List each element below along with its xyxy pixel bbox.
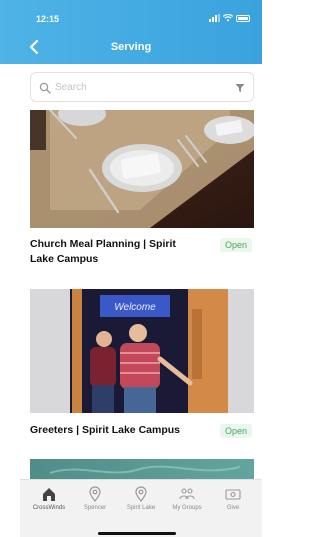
wifi-icon: [223, 14, 233, 22]
nav-header: 12:15 Serving: [0, 0, 262, 64]
card-title-meal-planning[interactable]: Church Meal Planning | Spirit Lake Campu…: [30, 237, 200, 267]
status-icons: [209, 12, 250, 24]
tab-label: CrossWinds: [32, 505, 66, 511]
welcome-sign-text: Welcome: [114, 302, 156, 313]
signal-icon: [209, 14, 220, 22]
filter-icon[interactable]: [235, 83, 245, 93]
status-badge: Open: [220, 424, 253, 438]
location-pin-icon: [89, 486, 101, 502]
tab-label: Spencer: [83, 505, 107, 511]
people-icon: [179, 488, 195, 500]
search-input[interactable]: Search: [30, 72, 254, 102]
tab-crosswinds[interactable]: CrossWinds: [26, 486, 72, 511]
card-image-greeters[interactable]: Welcome: [30, 289, 254, 413]
home-indicator: [98, 532, 176, 535]
battery-icon: [236, 14, 250, 22]
card-image-meal-planning[interactable]: [30, 110, 254, 228]
church-icon: [43, 488, 55, 501]
tab-spirit-lake[interactable]: Spirit Lake: [118, 486, 164, 511]
tab-label: My Groups: [172, 505, 202, 511]
tab-give[interactable]: Give: [210, 486, 256, 511]
tab-bar: CrossWinds Spencer Spirit Lake My Groups…: [20, 479, 262, 537]
card-title-greeters[interactable]: Greeters | Spirit Lake Campus: [30, 423, 210, 438]
tab-label: Spirit Lake: [126, 505, 156, 511]
status-badge: Open: [220, 238, 253, 252]
cash-icon: [225, 489, 241, 500]
tab-label: Give: [226, 505, 240, 511]
search-icon: [39, 82, 51, 94]
search-placeholder: Search: [55, 82, 87, 93]
greeters-doorway-photo: Welcome: [30, 289, 254, 413]
tab-my-groups[interactable]: My Groups: [164, 486, 210, 511]
location-pin-icon: [135, 486, 147, 502]
table-setting-photo: [30, 110, 254, 228]
page-title: Serving: [110, 41, 152, 53]
tab-spencer[interactable]: Spencer: [72, 486, 118, 511]
status-time: 12:15: [36, 14, 60, 24]
